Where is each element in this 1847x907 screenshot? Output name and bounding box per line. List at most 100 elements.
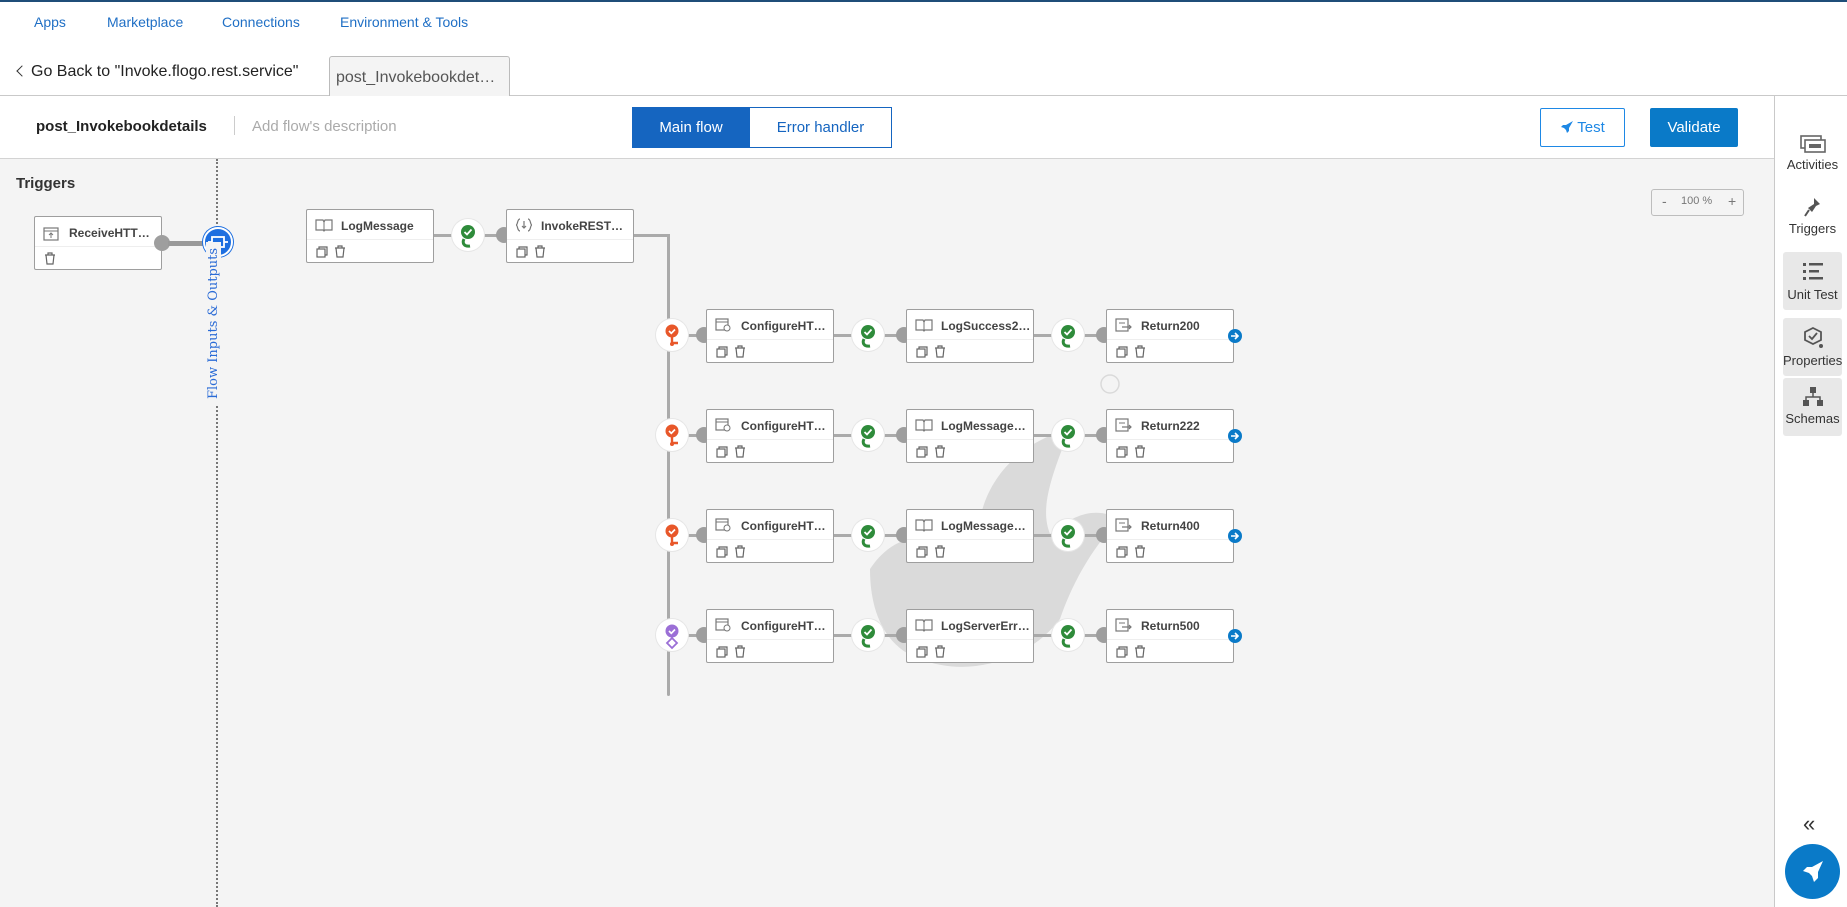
tab-error-handler[interactable]: Error handler [749,107,892,148]
nav-marketplace[interactable]: Marketplace [107,14,183,30]
rest-invoke-icon [515,218,533,232]
activity-node[interactable]: ConfigureHTTPResponse [706,309,834,363]
activity-node[interactable]: Return222 [1106,409,1234,463]
trash-icon[interactable] [1134,345,1146,358]
trash-icon[interactable] [734,645,746,658]
success-condition-icon[interactable] [1052,319,1084,351]
trash-icon[interactable] [1134,445,1146,458]
trash-icon[interactable] [1134,545,1146,558]
validate-button[interactable]: Validate [1650,108,1738,147]
trash-icon[interactable] [934,445,946,458]
activity-node[interactable]: ConfigureHTTPResponse [706,409,834,463]
activity-node[interactable]: ConfigureHTTPResponse [706,509,834,563]
copy-icon[interactable] [716,646,728,658]
activity-node[interactable]: LogMessage400 [906,509,1034,563]
success-condition-icon[interactable] [852,319,884,351]
sub-bar: Go Back to "Invoke.flogo.rest.service" p… [0,46,1847,97]
zoom-out-button[interactable]: - [1662,193,1667,209]
test-button[interactable]: Test [1540,108,1625,147]
activity-label: Return400 [1141,519,1200,533]
copy-icon[interactable] [716,346,728,358]
flow-io-label[interactable]: Flow Inputs & Outputs [206,241,221,405]
nav-connections[interactable]: Connections [222,14,300,30]
activity-node[interactable]: ConfigureHTTPResponse [706,609,834,663]
branch-condition-icon[interactable] [656,319,688,351]
return-icon [1115,418,1132,432]
right-sidebar: Activities Triggers Unit Test Properties… [1774,96,1847,907]
copy-icon[interactable] [716,546,728,558]
activity-label: LogMessage [341,219,414,233]
return-arrow-icon[interactable] [1228,529,1242,543]
trash-icon[interactable] [734,345,746,358]
properties-icon [1803,326,1823,348]
activities-icon [1799,135,1826,153]
flow-header: post_Invokebookdetails Add flow's descri… [0,96,1774,159]
activity-node[interactable]: LogMessage [306,209,434,263]
success-condition-icon[interactable] [452,219,484,251]
copy-icon[interactable] [916,546,928,558]
success-condition-icon[interactable] [852,419,884,451]
sidebar-item-properties[interactable]: Properties [1783,318,1842,376]
copy-icon[interactable] [1116,546,1128,558]
sidebar-item-label: Unit Test [1787,287,1838,302]
trash-icon[interactable] [734,545,746,558]
sidebar-item-unit-test[interactable]: Unit Test [1783,252,1842,310]
success-condition-icon[interactable] [1052,519,1084,551]
return-arrow-icon[interactable] [1228,329,1242,343]
copy-icon[interactable] [316,246,328,258]
activity-node[interactable]: Return500 [1106,609,1234,663]
flow-canvas[interactable]: Triggers ReceiveHTTPMessage Flow Inputs … [0,159,1774,907]
copy-icon[interactable] [516,246,528,258]
copy-icon[interactable] [916,646,928,658]
help-fab-button[interactable] [1785,844,1840,899]
activity-node[interactable]: InvokeRESTService [506,209,634,263]
sidebar-item-schemas[interactable]: Schemas [1783,378,1842,436]
sidebar-item-activities[interactable]: Activities [1783,134,1842,182]
activity-node[interactable]: LogSuccess200 [906,309,1034,363]
collapse-icon[interactable]: « [1803,811,1815,837]
activity-node[interactable]: LogServerError500 [906,609,1034,663]
copy-icon[interactable] [916,346,928,358]
zoom-control: - 100 % + [1651,189,1744,216]
activity-node[interactable]: Return400 [1106,509,1234,563]
trash-icon[interactable] [44,252,56,265]
copy-icon[interactable] [916,446,928,458]
activity-node[interactable]: LogMessage222 [906,409,1034,463]
flow-tab[interactable]: post_Invokebookdetails [329,56,510,97]
trash-icon[interactable] [734,445,746,458]
success-condition-icon[interactable] [852,619,884,651]
trash-icon[interactable] [934,645,946,658]
trash-icon[interactable] [334,245,346,258]
zoom-in-button[interactable]: + [1728,193,1736,209]
return-icon [1115,518,1132,532]
sidebar-item-triggers[interactable]: Triggers [1783,196,1842,248]
success-condition-icon[interactable] [1052,619,1084,651]
copy-icon[interactable] [716,446,728,458]
trash-icon[interactable] [534,245,546,258]
tab-main-flow[interactable]: Main flow [632,107,750,148]
nav-apps[interactable]: Apps [34,14,66,30]
activity-node[interactable]: Return200 [1106,309,1234,363]
flow-name: post_Invokebookdetails [36,118,207,135]
trigger-node[interactable]: ReceiveHTTPMessage [34,216,162,270]
flow-description-input[interactable]: Add flow's description [252,118,397,135]
nav-environment-tools[interactable]: Environment & Tools [340,14,468,30]
configure-http-icon [715,518,731,532]
copy-icon[interactable] [1116,446,1128,458]
branch-condition-icon[interactable] [656,519,688,551]
return-arrow-icon[interactable] [1228,629,1242,643]
activity-label: Return222 [1141,419,1200,433]
trash-icon[interactable] [934,545,946,558]
otherwise-condition-icon[interactable] [656,619,688,651]
branch-condition-icon[interactable] [656,419,688,451]
success-condition-icon[interactable] [852,519,884,551]
success-condition-icon[interactable] [1052,419,1084,451]
copy-icon[interactable] [1116,346,1128,358]
trash-icon[interactable] [934,345,946,358]
trash-icon[interactable] [1134,645,1146,658]
activity-label: InvokeRESTService [541,219,631,233]
copy-icon[interactable] [1116,646,1128,658]
activity-label: LogSuccess200 [941,319,1031,333]
go-back-link[interactable]: Go Back to "Invoke.flogo.rest.service" [16,63,298,81]
return-arrow-icon[interactable] [1228,429,1242,443]
